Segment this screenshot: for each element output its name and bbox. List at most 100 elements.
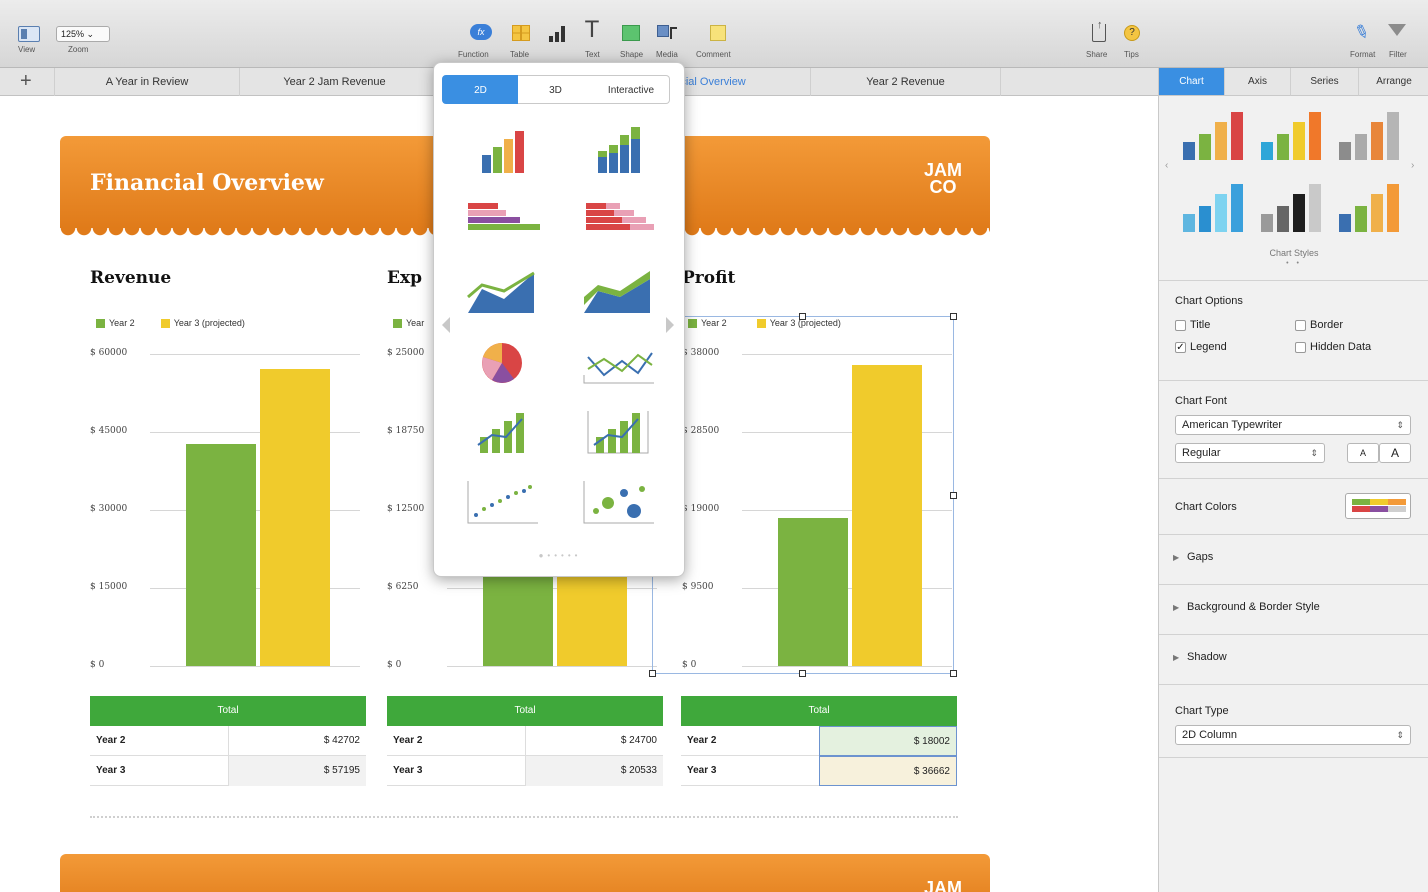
hidden-data-checkbox[interactable]: Hidden Data — [1295, 341, 1371, 353]
row-value[interactable]: $ 36662 — [819, 756, 957, 786]
chart-1-plot[interactable]: $ 60000 $ 45000 $ 30000 $ 15000 $ 0 — [90, 348, 365, 674]
page-dots[interactable]: ●••••• — [434, 551, 686, 560]
chart-style-swatch[interactable] — [1257, 174, 1327, 232]
border-checkbox[interactable]: Border — [1295, 319, 1343, 331]
chart-thumb-stacked-area[interactable] — [578, 265, 658, 323]
chart-options-section: Chart Options Title Border ✓ Legend Hidde… — [1159, 280, 1428, 380]
styles-next-icon[interactable]: › — [1411, 160, 1414, 171]
chart-thumb-line[interactable] — [578, 335, 658, 393]
styles-page-dots[interactable]: • • — [1159, 260, 1428, 267]
filter-button[interactable] — [1386, 24, 1408, 42]
shape-label: Shape — [620, 50, 644, 59]
row-label: Year 3 — [393, 765, 423, 776]
y-tick-label: $ 6250 — [387, 582, 419, 592]
segment-interactive[interactable]: Interactive — [593, 75, 670, 104]
table-label: Table — [510, 50, 530, 59]
chart-thumb-stacked-bar[interactable] — [578, 195, 658, 253]
row-value[interactable]: $ 24700 — [525, 726, 663, 756]
row-label: Year 2 — [96, 735, 126, 746]
chart-thumb-stacked-column[interactable] — [578, 125, 658, 183]
comment-button[interactable] — [710, 25, 726, 41]
prev-arrow-icon[interactable] — [442, 317, 450, 333]
next-banner: JAM — [60, 854, 990, 892]
chart-button[interactable] — [547, 24, 569, 42]
y-tick-label: $ 15000 — [90, 582, 128, 592]
tab-a-year-in-review[interactable]: A Year in Review — [54, 68, 239, 96]
styles-prev-icon[interactable]: ‹ — [1165, 160, 1168, 171]
chart-thumb-bar[interactable] — [462, 195, 542, 253]
chart-1-legend: Year 2 Year 3 (projected) — [96, 318, 245, 328]
chart-style-swatch[interactable] — [1257, 102, 1327, 160]
background-border-disclosure[interactable]: ▶ Background & Border Style — [1159, 584, 1428, 634]
chart-colors-swatch[interactable] — [1345, 493, 1411, 519]
media-button[interactable] — [657, 25, 679, 41]
tab-series[interactable]: Series — [1291, 68, 1359, 96]
chart-thumb-scatter[interactable] — [462, 475, 542, 533]
y-tick-label: $ 30000 — [90, 504, 128, 514]
y-tick-label: $ 0 — [90, 660, 105, 670]
font-style-select[interactable]: Regular ⇕ — [1175, 443, 1325, 463]
next-arrow-icon[interactable] — [666, 317, 674, 333]
legend-checkbox[interactable]: ✓ Legend — [1175, 341, 1227, 353]
row-value[interactable]: $ 57195 — [228, 756, 366, 786]
chart-font-section: Chart Font American Typewriter ⇕ Regular ⇕… — [1159, 380, 1428, 478]
chart-colors-section: Chart Colors — [1159, 478, 1428, 534]
chart-thumb-bubble[interactable] — [578, 475, 658, 533]
disclosure-arrow-icon: ▶ — [1173, 553, 1180, 562]
tab-chart[interactable]: Chart — [1159, 68, 1225, 96]
chart-style-swatch[interactable] — [1179, 174, 1249, 232]
text-button[interactable]: T — [583, 20, 601, 42]
chart-style-swatch[interactable] — [1179, 102, 1249, 160]
paintbrush-icon: ✎ — [1351, 20, 1373, 45]
shape-button[interactable] — [622, 25, 640, 41]
funnel-icon — [1388, 24, 1406, 36]
segment-3d[interactable]: 3D — [518, 75, 594, 104]
chart-thumb-mixed[interactable] — [462, 405, 542, 463]
share-button[interactable]: ↑ — [1092, 19, 1106, 42]
segment-2d[interactable]: 2D — [442, 75, 519, 104]
disclosure-arrow-icon: ▶ — [1173, 603, 1180, 612]
chart-style-swatch[interactable] — [1335, 102, 1405, 160]
chart-style-swatch[interactable] — [1335, 174, 1405, 232]
tab-arrange[interactable]: Arrange — [1359, 68, 1428, 96]
chart-thumb-pie[interactable] — [462, 335, 542, 393]
chart-type-select[interactable]: 2D Column ⇕ — [1175, 725, 1411, 745]
format-sidebar: Chart Axis Series Arrange ‹ › Chart Styl… — [1158, 68, 1428, 892]
table-button[interactable] — [512, 25, 530, 41]
title-checkbox[interactable]: Title — [1175, 319, 1210, 331]
zoom-select[interactable]: 125% ⌄ — [56, 26, 110, 42]
tab-axis[interactable]: Axis — [1225, 68, 1291, 96]
chart-thumb-two-axis[interactable] — [578, 405, 658, 463]
format-button[interactable]: ✎ — [1351, 20, 1373, 45]
bar-year2[interactable] — [186, 443, 256, 666]
resize-handle[interactable] — [649, 670, 656, 677]
tab-year-2-revenue[interactable]: Year 2 Revenue — [810, 68, 1000, 96]
resize-handle[interactable] — [950, 492, 957, 499]
resize-handle[interactable] — [950, 670, 957, 677]
chart-thumb-area[interactable] — [462, 265, 542, 323]
resize-handle[interactable] — [799, 313, 806, 320]
row-value[interactable]: $ 42702 — [228, 726, 366, 756]
font-size-increase[interactable]: A — [1379, 443, 1411, 463]
row-value[interactable]: $ 18002 — [819, 726, 957, 756]
checkbox-label: Border — [1310, 319, 1344, 331]
view-button[interactable] — [18, 26, 40, 42]
legend-swatch-year2 — [393, 318, 402, 328]
function-button[interactable]: fx — [470, 24, 492, 40]
shadow-disclosure[interactable]: ▶ Shadow — [1159, 634, 1428, 684]
gaps-disclosure[interactable]: ▶ Gaps — [1159, 534, 1428, 584]
selection-frame[interactable] — [649, 313, 957, 677]
gridline — [150, 666, 360, 667]
row-value[interactable]: $ 20533 — [525, 756, 663, 786]
font-size-decrease[interactable]: A — [1347, 443, 1379, 463]
add-sheet-button[interactable]: + — [20, 70, 32, 92]
chart-thumb-column[interactable] — [462, 125, 542, 183]
legend-year3: Year 3 (projected) — [173, 318, 245, 328]
resize-handle[interactable] — [799, 670, 806, 677]
tab-year-2-jam-revenue[interactable]: Year 2 Jam Revenue — [239, 68, 429, 96]
gridline — [447, 666, 657, 667]
resize-handle[interactable] — [950, 313, 957, 320]
bar-year3[interactable] — [260, 368, 330, 666]
font-family-select[interactable]: American Typewriter ⇕ — [1175, 415, 1411, 435]
tips-button[interactable]: ? — [1124, 25, 1140, 41]
